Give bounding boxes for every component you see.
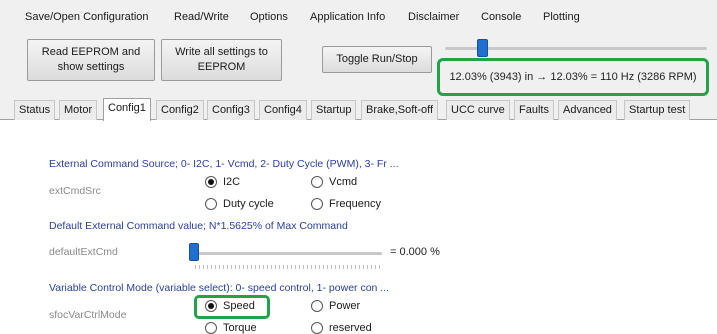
radio-vcmd-indicator [311, 176, 323, 188]
radio-torque-indicator [205, 322, 217, 334]
tab-config4[interactable]: Config4 [259, 100, 307, 120]
radio-vcmd[interactable]: Vcmd [311, 176, 357, 188]
tab-brake-soft-off[interactable]: Brake,Soft-off [361, 100, 439, 120]
ext-cmd-src-title: External Command Source; 0- I2C, 1- Vcmd… [49, 158, 399, 170]
radio-speed-label: Speed [223, 300, 255, 312]
radio-duty-cycle-label: Duty cycle [223, 198, 274, 210]
menu-disclaimer[interactable]: Disclaimer [408, 11, 459, 23]
radio-reserved[interactable]: reserved [311, 322, 372, 334]
radio-duty-cycle-indicator [205, 198, 217, 210]
default-ext-cmd-param: defaultExtCmd [49, 246, 118, 258]
speed-slider-thumb[interactable] [476, 39, 488, 57]
radio-i2c-indicator [205, 176, 217, 188]
radio-power[interactable]: Power [311, 300, 360, 312]
radio-frequency-label: Frequency [329, 198, 381, 210]
read-eeprom-button[interactable]: Read EEPROM and show settings [27, 39, 155, 81]
var-ctrl-mode-title: Variable Control Mode (variable select):… [49, 282, 390, 294]
menu-application-info[interactable]: Application Info [310, 11, 385, 23]
tab-bar: Status Motor Config1 Config2 Config3 Con… [0, 98, 717, 121]
menu-read-write[interactable]: Read/Write [174, 11, 229, 23]
tab-ucc-curve[interactable]: UCC curve [446, 100, 510, 120]
tab-faults[interactable]: Faults [514, 100, 554, 120]
speed-readout-box: 12.03% (3943) in → 12.03% = 110 Hz (3286… [437, 58, 709, 96]
radio-i2c-label: I2C [223, 176, 241, 188]
tab-motor[interactable]: Motor [59, 100, 98, 120]
radio-frequency[interactable]: Frequency [311, 198, 381, 210]
radio-speed[interactable]: Speed [205, 300, 255, 312]
radio-torque[interactable]: Torque [205, 322, 257, 334]
var-ctrl-mode-param: sfocVarCtrlMode [49, 309, 127, 321]
radio-power-label: Power [329, 300, 361, 312]
radio-i2c[interactable]: I2C [205, 176, 240, 188]
tab-advanced[interactable]: Advanced [558, 100, 617, 120]
ext-cmd-src-param: extCmdSrc [49, 185, 101, 197]
radio-reserved-label: reserved [329, 322, 372, 334]
tab-config2[interactable]: Config2 [156, 100, 204, 120]
write-eeprom-button[interactable]: Write all settings to EEPROM [161, 39, 282, 81]
speed-readout-text: 12.03% (3943) in → 12.03% = 110 Hz (3286… [449, 71, 697, 83]
default-ext-cmd-slider-thumb[interactable] [189, 243, 199, 261]
radio-torque-label: Torque [223, 322, 257, 334]
radio-reserved-indicator [311, 322, 323, 334]
tab-config1[interactable]: Config1 [103, 98, 151, 121]
radio-power-indicator [311, 300, 323, 312]
read-eeprom-label-line2: show settings [57, 61, 125, 73]
write-eeprom-label-line2: EEPROM [197, 61, 246, 73]
default-ext-cmd-value: = 0.000 % [390, 246, 440, 258]
radio-duty-cycle[interactable]: Duty cycle [205, 198, 274, 210]
radio-vcmd-label: Vcmd [329, 176, 358, 188]
tab-startup-test[interactable]: Startup test [624, 100, 691, 120]
menu-plotting[interactable]: Plotting [543, 11, 580, 23]
menu-save-open-configuration[interactable]: Save/Open Configuration [25, 11, 149, 23]
tab-status[interactable]: Status [14, 100, 56, 120]
menu-options[interactable]: Options [250, 11, 288, 23]
write-eeprom-label-line1: Write all settings to [175, 46, 268, 58]
default-ext-cmd-title: Default External Command value; N*1.5625… [49, 220, 348, 232]
tab-config3[interactable]: Config3 [207, 100, 255, 120]
radio-frequency-indicator [311, 198, 323, 210]
default-ext-cmd-slider-ticks [195, 265, 381, 269]
tab-startup[interactable]: Startup [311, 100, 357, 120]
menu-console[interactable]: Console [481, 11, 521, 23]
default-ext-cmd-slider-track[interactable] [192, 252, 382, 255]
toggle-run-stop-button[interactable]: Toggle Run/Stop [322, 46, 432, 73]
radio-speed-indicator [205, 300, 217, 312]
read-eeprom-label-line1: Read EEPROM and [41, 46, 141, 58]
